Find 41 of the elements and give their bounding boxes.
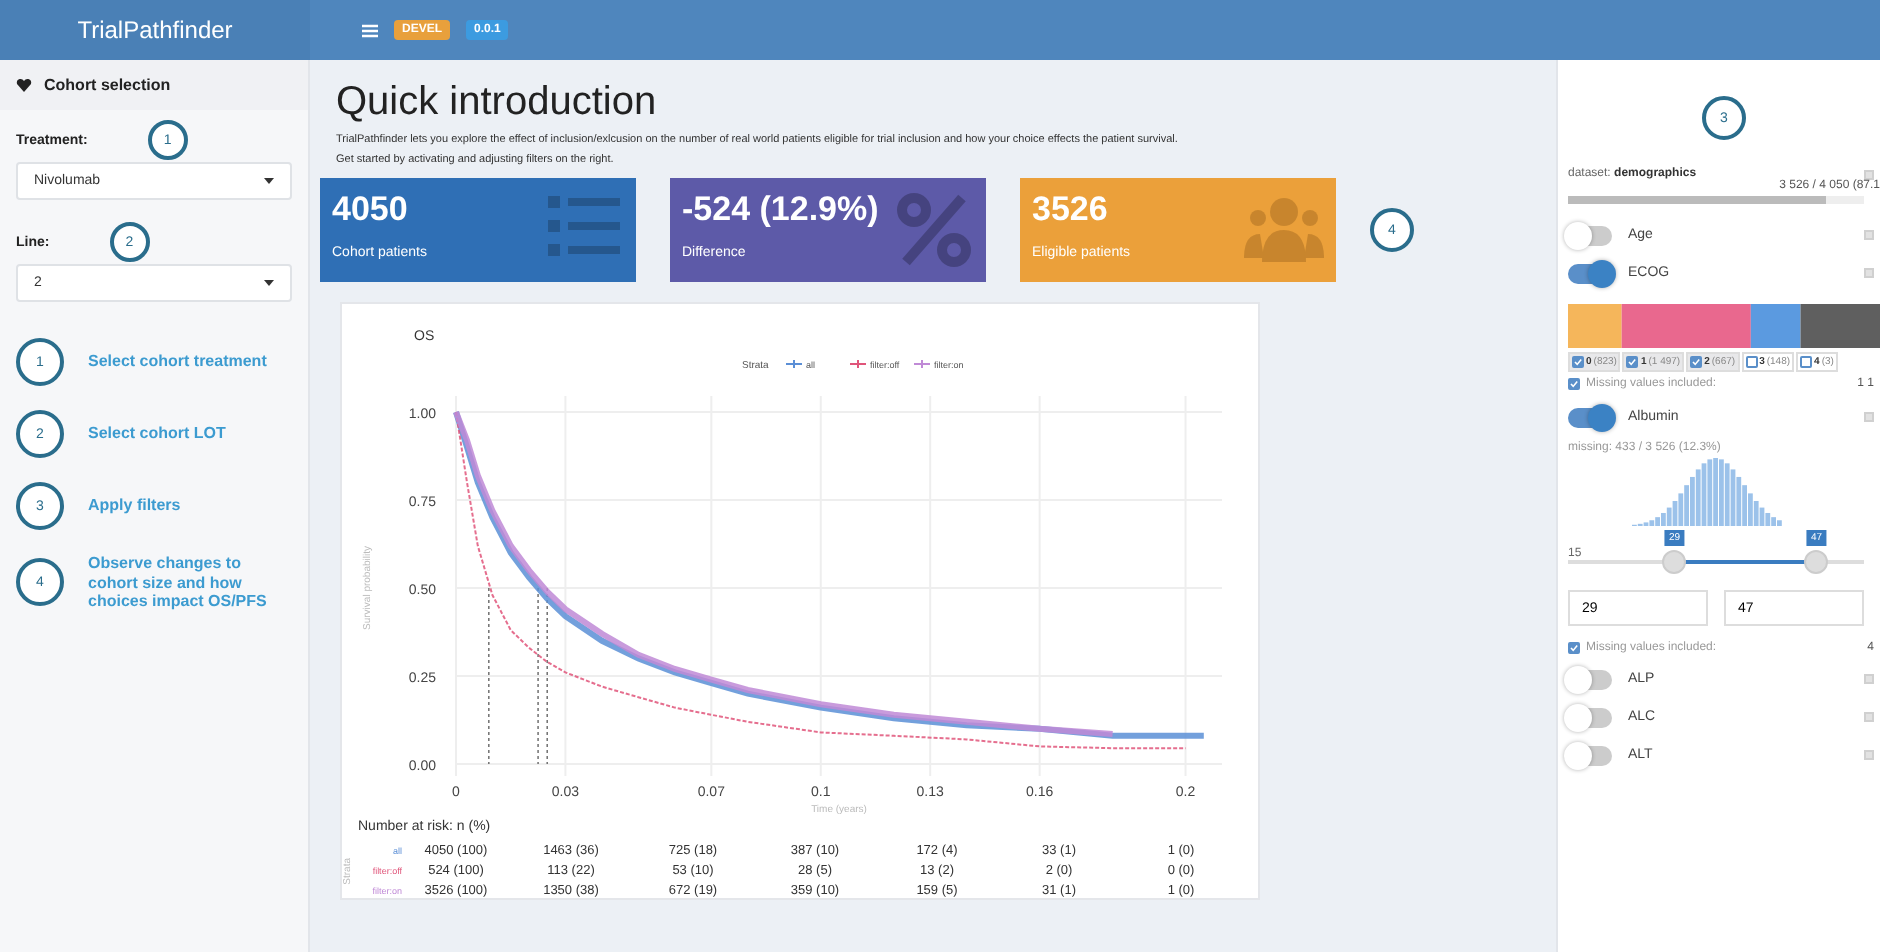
filter-menu-icon[interactable]	[1864, 674, 1874, 684]
checkbox[interactable]	[1745, 356, 1758, 368]
toggle-switch[interactable]	[1568, 263, 1612, 283]
heart-icon	[16, 78, 32, 92]
filter-menu-icon[interactable]	[1864, 412, 1874, 422]
filter-menu-icon[interactable]	[1864, 230, 1874, 240]
step-text: Select cohort treatment	[88, 352, 269, 372]
page-title: Quick introduction	[336, 80, 659, 126]
checkbox[interactable]	[1690, 356, 1703, 368]
checkbox[interactable]	[1800, 356, 1813, 368]
filter-menu-icon[interactable]	[1864, 712, 1874, 722]
legend-swatch	[785, 359, 803, 369]
checkbox[interactable]	[1572, 356, 1584, 368]
toggle-switch[interactable]	[1568, 707, 1612, 727]
legend-swatch	[849, 359, 867, 369]
stat-value: -524 (12.9%)	[682, 190, 881, 230]
filter-menu-icon[interactable]	[1864, 268, 1874, 278]
filter-menu-icon[interactable]	[1864, 169, 1874, 179]
toggle-switch[interactable]	[1568, 669, 1612, 689]
step-text: Observe changes to cohort size and how choices impact OS/PFS	[88, 554, 269, 612]
stat-value: 3526	[1032, 190, 1110, 230]
slider-handle[interactable]	[1662, 550, 1687, 574]
toggle-switch[interactable]	[1568, 225, 1612, 245]
checkbox[interactable]	[1568, 378, 1580, 390]
toggle-switch[interactable]	[1568, 745, 1612, 765]
range-slider[interactable]	[1568, 550, 1864, 574]
app-title: TrialPathfinder	[0, 0, 310, 60]
section-title: Cohort selection	[44, 76, 171, 94]
filter-menu-icon[interactable]	[1864, 750, 1874, 760]
step-text: Apply filters	[88, 496, 183, 516]
stat-value: 4050	[332, 190, 410, 230]
step-text: Select cohort LOT	[88, 424, 228, 444]
checkbox[interactable]	[1626, 356, 1639, 368]
percent-icon	[894, 190, 974, 270]
caret-icon	[264, 178, 274, 184]
toggle-switch[interactable]	[1568, 407, 1612, 427]
caret-icon	[264, 280, 274, 286]
legend-swatch	[913, 359, 931, 369]
slider-handle[interactable]	[1804, 550, 1829, 574]
checkbox[interactable]	[1568, 642, 1580, 654]
menu-icon[interactable]	[362, 23, 378, 37]
